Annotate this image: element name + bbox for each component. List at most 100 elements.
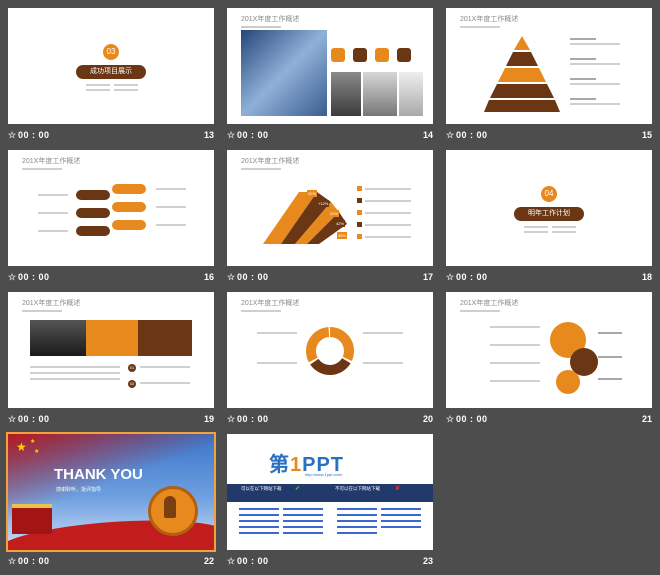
slide-number: 16 <box>203 272 214 282</box>
label-line <box>156 206 186 208</box>
timing-icon: ☆ <box>8 272 17 282</box>
label-line <box>363 332 403 334</box>
label-line <box>598 332 622 334</box>
slide-thumbnail[interactable]: 201X年度工作概述 <box>227 8 433 124</box>
caption-line <box>552 231 576 233</box>
logo-char: 第 <box>269 454 290 476</box>
flag-star-icon: ★ <box>16 440 27 454</box>
slide-meta: ☆ 00 : 00 13 <box>8 130 214 144</box>
slide-thumbnail[interactable]: 201X年度工作概述 <box>446 8 652 124</box>
site-link <box>381 508 421 510</box>
site-link <box>381 526 421 528</box>
slide-time: 00 : 00 <box>456 414 488 424</box>
paragraph-line <box>30 372 120 374</box>
slide-thumbnail[interactable]: 201X年度工作概述 32% +12% 22% 42% 45% <box>227 150 433 266</box>
slide-meta: ☆ 00 : 00 15 <box>446 130 652 144</box>
info-panel <box>86 320 138 356</box>
timing-icon: ☆ <box>227 556 236 566</box>
timing-icon: ☆ <box>446 272 455 282</box>
slide-15[interactable]: 201X年度工作概述 ☆ 00 : 00 15 <box>446 8 652 146</box>
slide-20[interactable]: 201X年度工作概述 ☆ 00 : 00 20 <box>227 292 433 430</box>
slide-title: 201X年度工作概述 <box>241 300 300 307</box>
check-icon <box>357 210 362 215</box>
label-line <box>365 224 411 226</box>
caption-line <box>114 84 138 86</box>
timing-icon: ☆ <box>8 414 17 424</box>
subtitle-line <box>22 310 62 312</box>
slide-time: 00 : 00 <box>237 414 269 424</box>
label-line <box>570 63 620 65</box>
label-line <box>156 224 186 226</box>
slide-title: 201X年度工作概述 <box>460 300 519 307</box>
subtitle-line <box>241 168 281 170</box>
slide-thumbnail[interactable]: 201X年度工作概述 <box>8 150 214 266</box>
section-number-badge: 03 <box>103 44 119 60</box>
slide-meta: ☆ 00 : 00 16 <box>8 272 214 286</box>
slide-thumbnail[interactable]: ★ ★ ★ THANK YOU 感谢聆听，批评指导 <box>6 432 216 552</box>
slide-13[interactable]: 03 成功项目展示 ☆ 00 : 00 13 <box>8 8 214 146</box>
site-link <box>283 514 323 516</box>
slide-time: 00 : 00 <box>237 130 269 140</box>
slide-16[interactable]: 201X年度工作概述 ☆ 00 : 00 16 <box>8 150 214 288</box>
slide-number: 18 <box>641 272 652 282</box>
slide-number: 17 <box>422 272 433 282</box>
gear-icon <box>397 48 411 62</box>
label-line <box>257 332 297 334</box>
label-line <box>257 362 297 364</box>
caption-line <box>86 89 110 91</box>
label-line <box>570 43 620 45</box>
site-link <box>239 520 279 522</box>
site-link <box>337 532 377 534</box>
slide-thumbnail[interactable]: 201X年度工作概述 <box>446 292 652 408</box>
label-line <box>490 344 540 346</box>
slide-19[interactable]: 201X年度工作概述 01 02 ☆ 00 : 00 19 <box>8 292 214 430</box>
slide-number: 19 <box>203 414 214 424</box>
slide-thumbnail[interactable]: 第1PPT http://www.1ppt.com/ 可以在以下网站下载 ✔ 不… <box>227 434 433 550</box>
slide-22[interactable]: ★ ★ ★ THANK YOU 感谢聆听，批评指导 ☆ 00 : 00 22 <box>6 432 216 572</box>
slide-thumbnail[interactable]: 03 成功项目展示 <box>8 8 214 124</box>
photo-3 <box>399 72 423 116</box>
section-heading: 明年工作计划 <box>514 207 584 221</box>
check-icon <box>357 198 362 203</box>
info-panel <box>138 320 192 356</box>
slide-subtitle-placeholder <box>241 26 281 28</box>
timing-icon: ☆ <box>8 130 17 140</box>
slide-23[interactable]: 第1PPT http://www.1ppt.com/ 可以在以下网站下载 ✔ 不… <box>227 434 433 572</box>
logo-digit: 1 <box>290 454 303 476</box>
slide-number: 23 <box>422 556 433 566</box>
caption-line <box>114 89 138 91</box>
timing-icon: ☆ <box>227 414 236 424</box>
site-link <box>337 520 377 522</box>
site-link <box>337 508 377 510</box>
site-link <box>381 520 421 522</box>
site-link <box>239 532 279 534</box>
thank-you-title: THANK YOU <box>54 466 143 483</box>
site-link <box>337 514 377 516</box>
site-link <box>239 508 279 510</box>
slide-17[interactable]: 201X年度工作概述 32% +12% 22% 42% 45% ☆ 00 : 0… <box>227 150 433 288</box>
slide-thumbnail[interactable]: 201X年度工作概述 <box>227 292 433 408</box>
percent-label: 22% <box>329 210 340 217</box>
slide-thumbnail[interactable]: 04 明年工作计划 <box>446 150 652 266</box>
section-number-badge: 04 <box>541 186 557 202</box>
slide-meta: ☆ 00 : 00 18 <box>446 272 652 286</box>
site-link <box>283 532 323 534</box>
blocked-sites-header: 不可以在以下网站下载 <box>335 486 380 491</box>
timing-icon: ☆ <box>227 130 236 140</box>
slide-14[interactable]: 201X年度工作概述 ☆ 00 : 00 14 <box>227 8 433 146</box>
label-line <box>365 188 411 190</box>
slide-time: 00 : 00 <box>237 272 269 282</box>
label-line <box>570 83 620 85</box>
arrow-block <box>76 208 110 218</box>
label-line <box>140 366 190 368</box>
thank-you-subtitle: 感谢聆听，批评指导 <box>56 487 102 493</box>
label-line <box>38 194 68 196</box>
label-line <box>598 378 622 380</box>
label-line <box>570 98 596 100</box>
slide-21[interactable]: 201X年度工作概述 ☆ 00 : 00 21 <box>446 292 652 430</box>
percent-label: 42% <box>335 220 346 227</box>
arrow-block <box>112 220 146 230</box>
subtitle-line <box>460 310 500 312</box>
slide-18[interactable]: 04 明年工作计划 ☆ 00 : 00 18 <box>446 150 652 288</box>
slide-thumbnail[interactable]: 201X年度工作概述 01 02 <box>8 292 214 408</box>
